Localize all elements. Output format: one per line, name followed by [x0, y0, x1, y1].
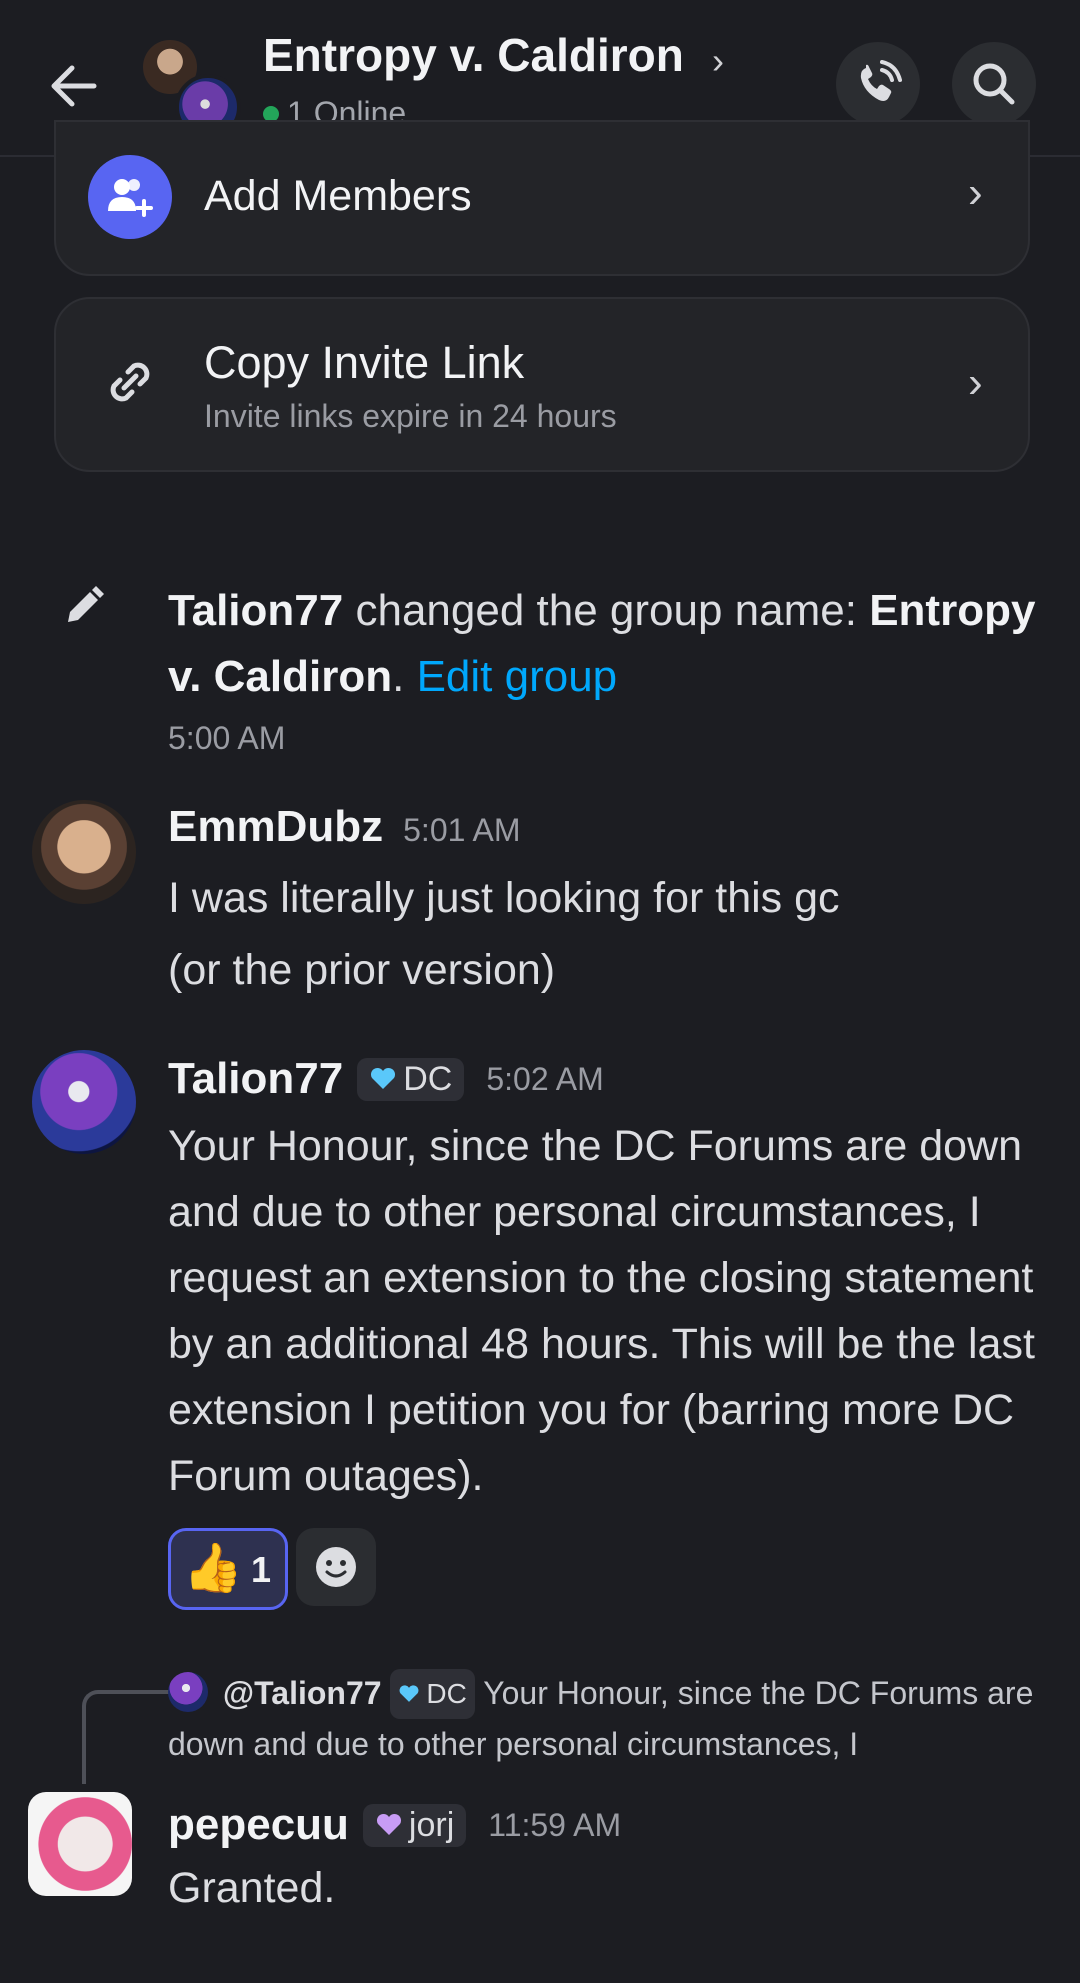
heart-icon [376, 1813, 401, 1835]
link-icon [98, 350, 162, 414]
heart-icon [399, 1685, 419, 1702]
reply-author[interactable]: @Talion77 [223, 1675, 382, 1711]
message-header: pepecuu jorj 11:59 AM [168, 1800, 621, 1850]
reply-role-badge: DC [390, 1669, 475, 1719]
invite-expiry-note: Invite links expire in 24 hours [204, 398, 617, 434]
role-badge[interactable]: DC [357, 1057, 465, 1101]
role-badge[interactable]: jorj [362, 1803, 467, 1847]
group-avatar[interactable] [143, 40, 241, 140]
search-button[interactable] [952, 42, 1036, 126]
reply-connector [82, 1690, 172, 1784]
message-timestamp: 11:59 AM [488, 1806, 622, 1843]
reply-preview[interactable]: @Talion77 DC Your Honour, since the DC F… [168, 1668, 1048, 1769]
message-line: (or the prior version) [168, 946, 556, 994]
author-name[interactable]: pepecuu [168, 1800, 349, 1850]
avatar[interactable] [28, 1792, 132, 1896]
thumbs-up-icon: 👍 [183, 1542, 243, 1595]
system-period: . [392, 652, 405, 701]
author-name[interactable]: EmmDubz [168, 802, 383, 852]
add-reaction-button[interactable] [296, 1528, 376, 1606]
message-line: I was literally just looking for this gc [168, 874, 840, 922]
edit-group-link[interactable]: Edit group [417, 652, 618, 701]
reaction-count: 1 [251, 1549, 272, 1590]
system-message: Talion77 changed the group name: Entropy… [168, 578, 1038, 766]
reply-badge-label: DC [426, 1678, 467, 1709]
back-arrow-icon[interactable] [38, 50, 110, 122]
role-badge-label: DC [403, 1059, 453, 1098]
message-body: I was literally just looking for this gc… [168, 862, 1048, 1006]
avatar[interactable] [32, 800, 136, 904]
author-name[interactable]: Talion77 [168, 1054, 343, 1104]
message-header: EmmDubz 5:01 AM [168, 802, 521, 852]
message-body: Granted. [168, 1864, 336, 1912]
add-members-card[interactable] [54, 120, 1030, 276]
message-timestamp: 5:01 AM [403, 812, 521, 848]
heart-icon [371, 1067, 396, 1089]
system-action: changed the group name: [355, 586, 857, 635]
search-icon [973, 63, 1015, 105]
reaction-thumbs-up[interactable]: 👍 1 [168, 1528, 288, 1610]
chevron-right-icon[interactable]: › [712, 40, 724, 82]
avatar[interactable] [32, 1050, 136, 1154]
message-body: Your Honour, since the DC Forums are dow… [168, 1122, 1035, 1500]
chevron-right-icon: › [968, 168, 983, 217]
message-header: Talion77 DC 5:02 AM [168, 1054, 604, 1104]
chevron-right-icon: › [968, 358, 983, 407]
add-members-label: Add Members [204, 172, 472, 220]
smiley-icon [316, 1547, 356, 1587]
system-timestamp: 5:00 AM [168, 720, 286, 756]
add-user-icon [88, 155, 172, 239]
chat-title[interactable]: Entropy v. Caldiron [263, 28, 684, 82]
call-button[interactable] [836, 42, 920, 126]
role-badge-label: jorj [408, 1805, 455, 1844]
reply-avatar [168, 1672, 208, 1712]
message-timestamp: 5:02 AM [486, 1060, 604, 1097]
system-actor[interactable]: Talion77 [168, 586, 343, 635]
copy-invite-link-card[interactable] [54, 297, 1030, 472]
phone-icon [860, 60, 902, 101]
pencil-icon [60, 582, 108, 630]
copy-invite-title: Copy Invite Link [204, 337, 525, 388]
